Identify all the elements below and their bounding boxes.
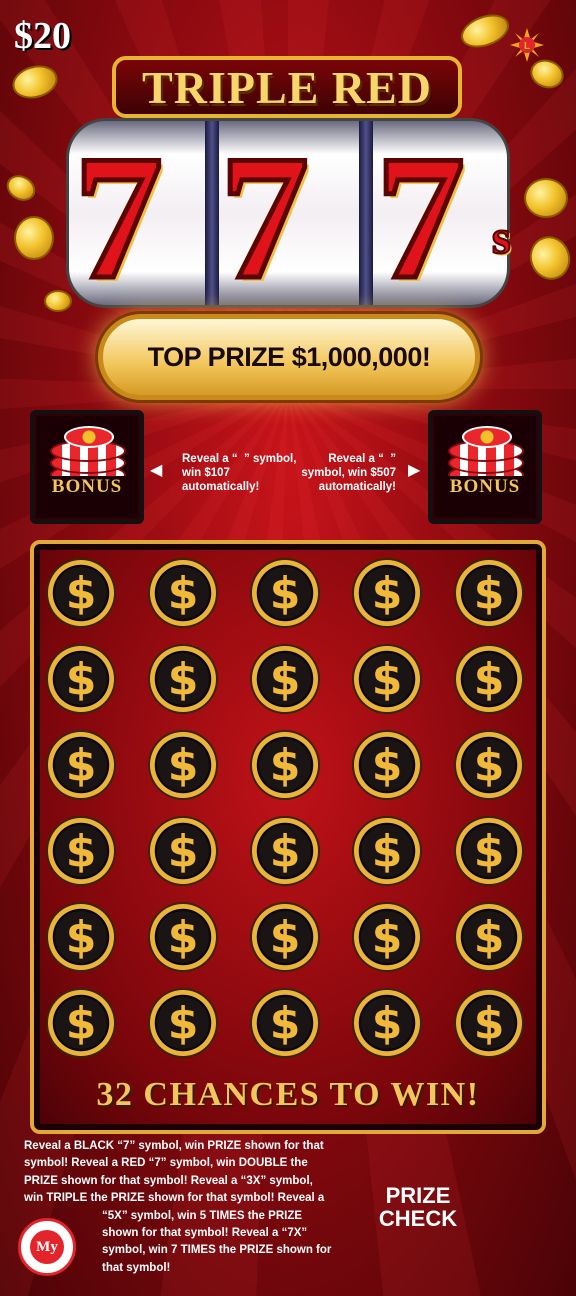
gold-coin-icon (14, 216, 54, 260)
gold-coin-icon (2, 170, 40, 206)
scratch-spot[interactable]: $ (354, 818, 420, 884)
scratch-spot[interactable]: $ (252, 560, 318, 626)
bonus-label: BONUS (438, 476, 532, 500)
seven-symbol: 7 (374, 118, 468, 316)
rules-line: shown for that symbol! Reveal a “7X” (102, 1227, 308, 1239)
scratch-spot[interactable]: $ (48, 904, 114, 970)
seven-symbol: 7 (218, 118, 312, 316)
scratch-spot[interactable]: $ (252, 818, 318, 884)
bonus-text-right: Reveal a “ ” symbol, win $507 automatica… (301, 453, 396, 493)
reel-divider (205, 121, 219, 305)
ticket-price: $20 (14, 15, 71, 57)
scratch-spot[interactable]: $ (252, 646, 318, 712)
my-lottery-rewards-logo[interactable]: My (18, 1218, 76, 1276)
scratch-spot[interactable]: $ (354, 646, 420, 712)
scratch-spot[interactable]: $ (354, 904, 420, 970)
rules-line: win TRIPLE the PRIZE shown for that symb… (24, 1192, 325, 1205)
prize-check-line: PRIZE (385, 1183, 451, 1208)
arrow-right-icon: ▶ (408, 462, 421, 479)
scratch-spot[interactable]: $ (456, 818, 522, 884)
chances-headline: 32 CHANCES TO WIN! (96, 1076, 480, 1113)
gold-coin-icon (456, 8, 514, 54)
scratch-spot[interactable]: $ (48, 990, 114, 1056)
scratch-spot[interactable]: $ (150, 732, 216, 798)
scratch-spot[interactable]: $ (456, 646, 522, 712)
scratch-spot[interactable]: $ (150, 818, 216, 884)
scratch-spot[interactable]: $ (48, 646, 114, 712)
gold-coin-icon (523, 230, 576, 286)
rules-line: symbol! Reveal a RED “7” symbol, win DOU… (24, 1157, 308, 1170)
scratch-spot[interactable]: $ (150, 990, 216, 1056)
sevens-suffix: s (491, 210, 512, 265)
scratch-spot[interactable]: $ (150, 560, 216, 626)
scratch-spot[interactable]: $ (456, 560, 522, 626)
scratch-spot[interactable]: $ (252, 990, 318, 1056)
rules-line: that symbol! (102, 1261, 171, 1274)
scratch-spot[interactable]: $ (456, 990, 522, 1056)
scratch-spot[interactable]: $ (456, 904, 522, 970)
lottery-sun-icon: L (510, 28, 544, 62)
rules-line: symbol, win 7 TIMES the PRIZE shown for (102, 1244, 332, 1257)
scratch-spot[interactable]: $ (354, 732, 420, 798)
scratch-spot[interactable]: $ (354, 990, 420, 1056)
scratch-spot[interactable]: $ (48, 560, 114, 626)
bonus-box-right[interactable]: BONUS (428, 410, 542, 524)
scratch-spot[interactable]: $ (48, 732, 114, 798)
bonus-label: BONUS (40, 476, 134, 500)
gold-coin-icon (44, 290, 72, 312)
scratch-spot[interactable]: $ (456, 732, 522, 798)
logo-center: My (30, 1230, 64, 1264)
svg-text:L: L (524, 41, 530, 52)
bonus-text-left: Reveal a “ ” symbol, win $107 automatica… (182, 453, 297, 493)
top-prize-banner: TOP PRIZE $1,000,000! (98, 314, 480, 400)
gold-coin-icon (8, 60, 62, 104)
gold-coin-icon (524, 178, 568, 218)
arrow-left-icon: ◀ (150, 462, 163, 479)
scratch-spot[interactable]: $ (252, 732, 318, 798)
scratch-spot[interactable]: $ (150, 904, 216, 970)
rules-line: Reveal a BLACK “7” symbol, win PRIZE sho… (24, 1140, 324, 1152)
prize-check-link[interactable]: PRIZE CHECK (372, 1184, 464, 1230)
rules-line: “5X” symbol, win 5 TIMES the PRIZE (102, 1209, 303, 1222)
reel-divider (359, 121, 373, 305)
scratch-spot[interactable]: $ (252, 904, 318, 970)
scratch-spot[interactable]: $ (354, 560, 420, 626)
rules-line: PRIZE shown for that symbol! Reveal a “3… (24, 1174, 313, 1187)
bonus-box-left[interactable]: BONUS (30, 410, 144, 524)
prize-check-line: CHECK (378, 1206, 458, 1231)
scratch-spot[interactable]: $ (150, 646, 216, 712)
ticket-title: TRIPLE RED (112, 56, 462, 118)
seven-symbol: 7 (72, 118, 166, 316)
scratch-spot[interactable]: $ (48, 818, 114, 884)
